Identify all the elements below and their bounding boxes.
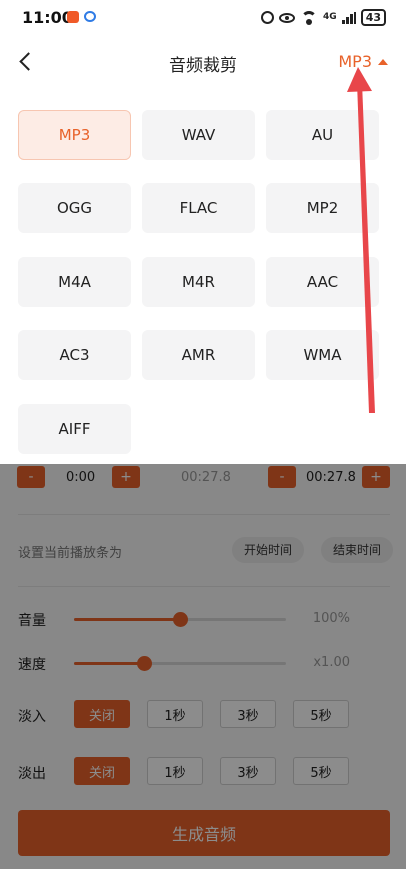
format-option-au[interactable]: AU [266,110,379,160]
format-option-flac[interactable]: FLAC [142,183,255,233]
fade-out-option-3s[interactable]: 3秒 [220,757,276,785]
app-notification-icon [67,11,79,23]
start-plus-button[interactable]: + [112,466,140,488]
fade-out-option-off[interactable]: 关闭 [74,757,130,785]
alarm-icon [261,11,275,24]
volume-slider[interactable] [74,612,286,627]
format-option-ac3[interactable]: AC3 [18,330,131,380]
end-plus-button[interactable]: + [362,466,390,488]
generate-audio-button[interactable]: 生成音频 [18,810,390,856]
speed-slider[interactable] [74,656,286,671]
format-dropdown-label: MP3 [338,52,372,71]
status-time: 11:00 [22,8,73,27]
caret-up-icon [378,58,388,65]
format-option-ogg[interactable]: OGG [18,183,131,233]
start-time-value: 0:00 [66,470,96,485]
fade-out-option-5s[interactable]: 5秒 [293,757,349,785]
signal-icon [341,11,356,24]
header: 音频裁剪 MP3 [0,38,406,88]
volume-label: 音量 [18,613,46,629]
fade-in-option-1s[interactable]: 1秒 [147,700,203,728]
status-bar: 11:00 4G 43 [0,0,406,36]
set-start-time-button[interactable]: 开始时间 [232,537,305,563]
format-option-wma[interactable]: WMA [266,330,379,380]
network-type-label: 4G [323,12,337,22]
start-minus-button[interactable]: - [17,466,45,488]
format-option-m4a[interactable]: M4A [18,257,131,307]
format-option-mp2[interactable]: MP2 [266,183,379,233]
battery-icon: 43 [360,9,386,26]
volume-value: 100% [312,611,350,626]
fade-in-label: 淡入 [18,709,46,725]
format-option-wav[interactable]: WAV [142,110,255,160]
set-end-time-button[interactable]: 结束时间 [321,537,394,563]
format-option-aiff[interactable]: AIFF [18,404,131,454]
format-options-panel: MP3 WAV AU OGG FLAC MP2 M4A M4R AAC AC3 … [0,88,406,464]
status-icons: 4G 43 [261,9,386,26]
duration-value: 00:27.8 [181,470,231,485]
speed-slider-fill [74,662,144,665]
divider [18,586,390,587]
volume-slider-fill [74,618,180,621]
format-option-mp3[interactable]: MP3 [18,110,131,160]
fade-out-option-1s[interactable]: 1秒 [147,757,203,785]
volume-slider-thumb[interactable] [173,612,188,627]
settings-area: - 0:00 + 00:27.8 - 00:27.8 + 设置当前播放条为 开始… [0,464,406,869]
speed-value: x1.00 [313,655,350,670]
format-option-aac[interactable]: AAC [266,257,379,307]
fade-out-label: 淡出 [18,766,46,782]
fade-in-option-off[interactable]: 关闭 [74,700,130,728]
playhead-label: 设置当前播放条为 [18,546,123,561]
divider [18,514,390,515]
wifi-icon [300,10,318,25]
speed-slider-thumb[interactable] [136,656,152,671]
end-time-value: 00:27.8 [306,470,356,485]
format-option-m4r[interactable]: M4R [142,257,255,307]
sync-notification-icon [84,11,96,22]
fade-in-option-5s[interactable]: 5秒 [293,700,349,728]
end-minus-button[interactable]: - [268,466,296,488]
format-option-amr[interactable]: AMR [142,330,255,380]
eye-comfort-icon [279,12,296,23]
format-dropdown[interactable]: MP3 [338,52,388,71]
speed-label: 速度 [18,657,46,673]
fade-in-option-3s[interactable]: 3秒 [220,700,276,728]
